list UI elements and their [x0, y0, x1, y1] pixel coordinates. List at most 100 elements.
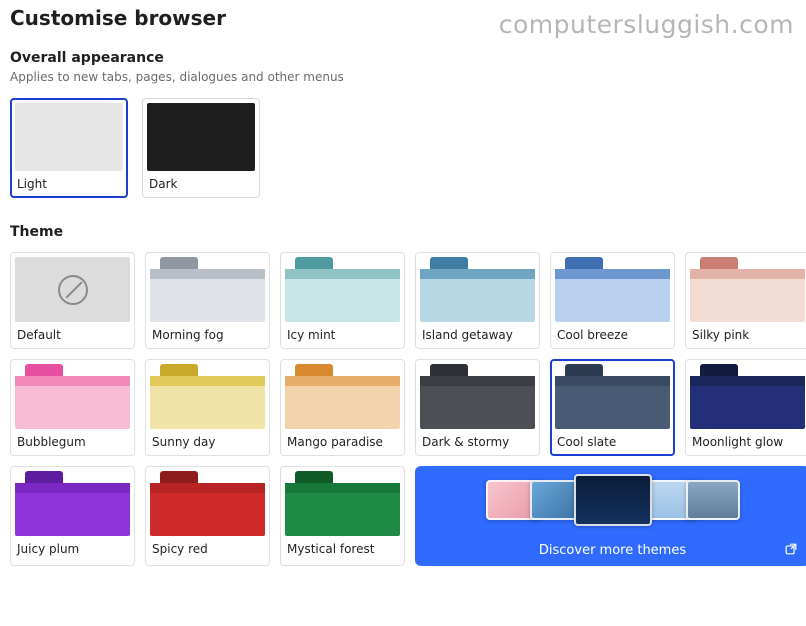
appearance-option-light[interactable]: Light — [10, 98, 128, 198]
watermark-text: computersluggish.com — [499, 10, 794, 39]
theme-body — [15, 386, 130, 429]
theme-preview — [690, 364, 805, 429]
theme-toolbar — [555, 376, 670, 386]
theme-label: Mystical forest — [285, 542, 400, 558]
theme-preview — [285, 471, 400, 536]
overall-title: Overall appearance — [10, 50, 796, 66]
appearance-label: Light — [15, 177, 123, 193]
theme-preview — [150, 471, 265, 536]
theme-option-island-getaway[interactable]: Island getaway — [415, 252, 540, 349]
theme-preview — [420, 257, 535, 322]
theme-option-cool-breeze[interactable]: Cool breeze — [550, 252, 675, 349]
theme-body — [15, 493, 130, 536]
theme-body — [690, 279, 805, 322]
theme-preview — [555, 257, 670, 322]
theme-preview — [150, 364, 265, 429]
theme-label: Default — [15, 328, 130, 344]
theme-option-mystical-forest[interactable]: Mystical forest — [280, 466, 405, 566]
theme-toolbar — [150, 376, 265, 386]
theme-thumbnail — [686, 480, 740, 520]
theme-toolbar — [690, 376, 805, 386]
theme-toolbar — [285, 483, 400, 493]
discover-thumbnails — [486, 474, 740, 526]
theme-option-default[interactable]: Default — [10, 252, 135, 349]
theme-preview — [15, 364, 130, 429]
theme-body — [690, 386, 805, 429]
theme-toolbar — [690, 269, 805, 279]
open-external-icon — [784, 542, 798, 556]
appearance-swatch — [147, 103, 255, 171]
theme-preview — [285, 257, 400, 322]
theme-label: Cool slate — [555, 435, 670, 451]
theme-label: Moonlight glow — [690, 435, 805, 451]
theme-tab — [25, 471, 63, 483]
theme-option-mango-paradise[interactable]: Mango paradise — [280, 359, 405, 456]
theme-preview — [690, 257, 805, 322]
theme-body — [555, 279, 670, 322]
theme-body — [285, 279, 400, 322]
theme-preview — [15, 471, 130, 536]
theme-option-icy-mint[interactable]: Icy mint — [280, 252, 405, 349]
appearance-option-dark[interactable]: Dark — [142, 98, 260, 198]
theme-tab — [430, 257, 468, 269]
theme-option-juicy-plum[interactable]: Juicy plum — [10, 466, 135, 566]
theme-option-bubblegum[interactable]: Bubblegum — [10, 359, 135, 456]
theme-label: Cool breeze — [555, 328, 670, 344]
theme-toolbar — [420, 269, 535, 279]
theme-body — [285, 493, 400, 536]
theme-toolbar — [15, 376, 130, 386]
theme-tab — [700, 364, 738, 376]
theme-tab — [700, 257, 738, 269]
theme-tab — [430, 364, 468, 376]
theme-option-silky-pink[interactable]: Silky pink — [685, 252, 806, 349]
theme-label: Island getaway — [420, 328, 535, 344]
theme-preview — [285, 364, 400, 429]
theme-body — [285, 386, 400, 429]
theme-label: Mango paradise — [285, 435, 400, 451]
appearance-swatch — [15, 103, 123, 171]
theme-tab — [160, 257, 198, 269]
theme-toolbar — [150, 483, 265, 493]
theme-preview — [150, 257, 265, 322]
theme-tab — [295, 471, 333, 483]
theme-label: Juicy plum — [15, 542, 130, 558]
theme-label: Sunny day — [150, 435, 265, 451]
theme-option-spicy-red[interactable]: Spicy red — [145, 466, 270, 566]
theme-tab — [160, 471, 198, 483]
theme-option-sunny-day[interactable]: Sunny day — [145, 359, 270, 456]
theme-option-dark-stormy[interactable]: Dark & stormy — [415, 359, 540, 456]
theme-preview — [420, 364, 535, 429]
theme-option-cool-slate[interactable]: Cool slate — [550, 359, 675, 456]
theme-tab — [160, 364, 198, 376]
settings-page: Customise browser Overall appearance App… — [0, 0, 806, 576]
theme-title: Theme — [10, 224, 796, 240]
theme-body — [150, 386, 265, 429]
overall-subtitle: Applies to new tabs, pages, dialogues an… — [10, 70, 796, 84]
theme-thumbnail — [574, 474, 652, 526]
discover-more-themes[interactable]: Discover more themes — [415, 466, 806, 566]
theme-label: Silky pink — [690, 328, 805, 344]
theme-tab — [565, 257, 603, 269]
theme-toolbar — [150, 269, 265, 279]
overall-appearance-section: Overall appearance Applies to new tabs, … — [10, 50, 796, 198]
theme-toolbar — [555, 269, 670, 279]
appearance-label: Dark — [147, 177, 255, 193]
theme-body — [420, 279, 535, 322]
theme-body — [420, 386, 535, 429]
theme-tab — [295, 364, 333, 376]
theme-body — [150, 493, 265, 536]
theme-toolbar — [420, 376, 535, 386]
theme-preview — [555, 364, 670, 429]
theme-label: Bubblegum — [15, 435, 130, 451]
theme-body — [150, 279, 265, 322]
theme-tab — [25, 364, 63, 376]
disabled-icon — [58, 275, 88, 305]
theme-label: Spicy red — [150, 542, 265, 558]
theme-body — [555, 386, 670, 429]
theme-toolbar — [285, 376, 400, 386]
theme-preview — [15, 257, 130, 322]
theme-option-morning-fog[interactable]: Morning fog — [145, 252, 270, 349]
theme-label: Morning fog — [150, 328, 265, 344]
theme-tab — [565, 364, 603, 376]
theme-option-moonlight-glow[interactable]: Moonlight glow — [685, 359, 806, 456]
